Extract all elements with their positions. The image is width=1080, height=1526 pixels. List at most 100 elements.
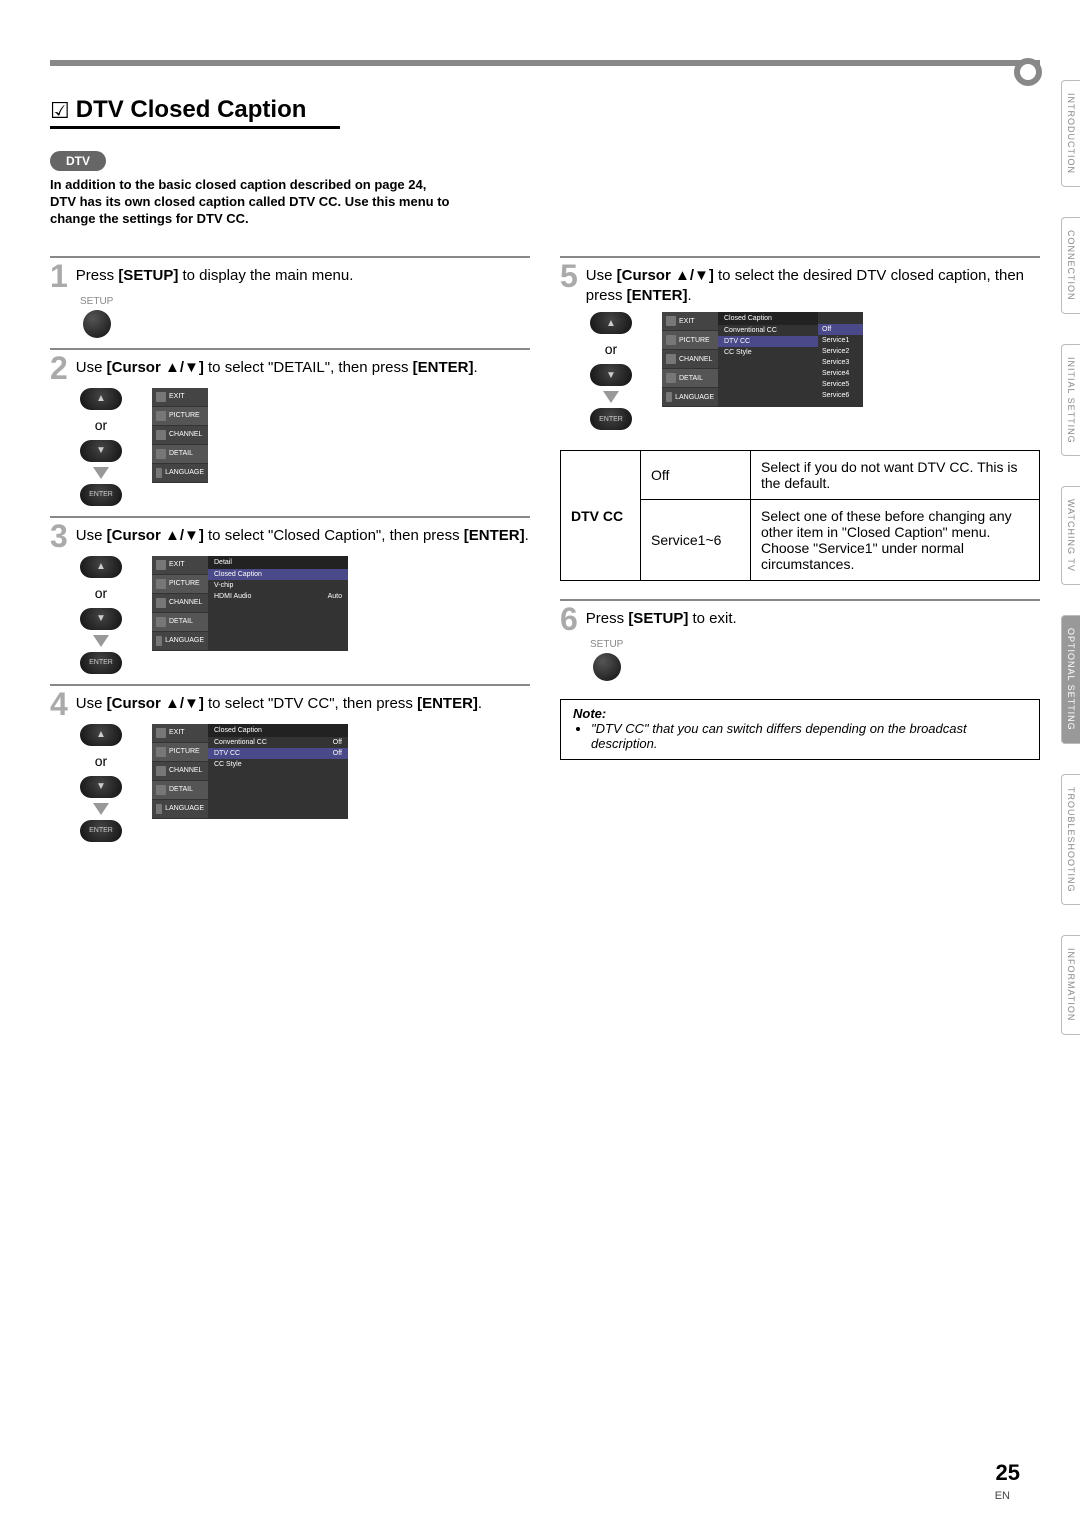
arrow-down-icon (93, 467, 109, 479)
step-4: 4 Use [Cursor ▲/▼] to select "DTV CC", t… (50, 690, 530, 718)
side-tab-introduction[interactable]: INTRODUCTION (1061, 80, 1080, 187)
osd-dtvcc-panel: Closed Caption Conventional CC DTV CC CC… (718, 312, 818, 407)
osd-menu-step3: EXIT PICTURE CHANNEL DETAIL LANGUAGE Det… (152, 556, 348, 651)
cursor-nav-block: ▲ or ▼ ENTER (80, 724, 122, 842)
or-label: or (95, 753, 107, 769)
side-tab-connection[interactable]: CONNECTION (1061, 217, 1080, 314)
table-option-off: Off (641, 451, 751, 500)
up-arrow-icon: ▲ (80, 556, 122, 578)
osd-menu-step2: EXIT PICTURE CHANNEL DETAIL LANGUAGE (152, 388, 208, 483)
step-1-number: 1 (50, 262, 68, 290)
osd-cc-panel: Closed Caption Conventional CCOff DTV CC… (208, 724, 348, 819)
top-circle-ornament (1014, 58, 1042, 86)
round-button-icon (593, 653, 621, 681)
side-tab-initial-setting[interactable]: INITIAL SETTING (1061, 344, 1080, 457)
or-label: or (95, 585, 107, 601)
cursor-nav-block: ▲ or ▼ ENTER (80, 388, 122, 506)
step-4-text: Use [Cursor ▲/▼] to select "DTV CC", the… (76, 690, 482, 714)
round-button-icon (83, 310, 111, 338)
step-6: 6 Press [SETUP] to exit. (560, 605, 1040, 633)
setup-button-label: SETUP (80, 296, 113, 307)
down-arrow-icon: ▼ (590, 364, 632, 386)
osd-menu-step5: EXIT PICTURE CHANNEL DETAIL LANGUAGE Clo… (662, 312, 863, 407)
table-desc-off: Select if you do not want DTV CC. This i… (751, 451, 1040, 500)
page-title: ☑ DTV Closed Caption (50, 96, 340, 129)
step-4-illustration: ▲ or ▼ ENTER EXIT PICTURE CHANNEL DETAIL… (80, 724, 530, 842)
up-arrow-icon: ▲ (80, 388, 122, 410)
setup-button-icon: SETUP (590, 639, 623, 681)
step-3-rule (50, 516, 530, 518)
side-tab-optional-setting[interactable]: OPTIONAL SETTING (1061, 615, 1080, 744)
note-title: Note: (573, 706, 1029, 721)
arrow-down-icon (93, 635, 109, 647)
step-3-illustration: ▲ or ▼ ENTER EXIT PICTURE CHANNEL DETAIL… (80, 556, 530, 674)
table-row-label: DTV CC (561, 451, 641, 581)
page-number: 25 (996, 1460, 1020, 1486)
step-6-rule (560, 599, 1040, 601)
step-6-number: 6 (560, 605, 578, 633)
step-3-number: 3 (50, 522, 68, 550)
enter-button-icon: ENTER (80, 820, 122, 842)
dtv-badge: DTV (50, 151, 106, 171)
intro-text: In addition to the basic closed caption … (50, 177, 450, 228)
up-arrow-icon: ▲ (80, 724, 122, 746)
step-3-text: Use [Cursor ▲/▼] to select "Closed Capti… (76, 522, 529, 546)
up-arrow-icon: ▲ (590, 312, 632, 334)
arrow-down-icon (603, 391, 619, 403)
step-5-number: 5 (560, 262, 578, 290)
step-6-text: Press [SETUP] to exit. (586, 605, 737, 629)
step-3: 3 Use [Cursor ▲/▼] to select "Closed Cap… (50, 522, 530, 550)
down-arrow-icon: ▼ (80, 776, 122, 798)
step-4-rule (50, 684, 530, 686)
note-item: "DTV CC" that you can switch differs dep… (591, 721, 1029, 751)
step-1-rule (50, 256, 530, 258)
side-tab-information[interactable]: INFORMATION (1061, 935, 1080, 1034)
step-5-text: Use [Cursor ▲/▼] to select the desired D… (586, 262, 1040, 307)
cursor-nav-block: ▲ or ▼ ENTER (590, 312, 632, 430)
step-4-number: 4 (50, 690, 68, 718)
table-option-service: Service1~6 (641, 500, 751, 581)
side-tabs: INTRODUCTION CONNECTION INITIAL SETTING … (1061, 80, 1080, 1035)
osd-sidebar: EXIT PICTURE CHANNEL DETAIL LANGUAGE (152, 556, 208, 651)
or-label: or (605, 341, 617, 357)
title-text: DTV Closed Caption (76, 96, 307, 124)
top-rule (50, 60, 1040, 66)
enter-button-icon: ENTER (590, 408, 632, 430)
note-box: Note: "DTV CC" that you can switch diffe… (560, 699, 1040, 760)
step-2-number: 2 (50, 354, 68, 382)
setup-button-label: SETUP (590, 639, 623, 650)
step-2: 2 Use [Cursor ▲/▼] to select "DETAIL", t… (50, 354, 530, 382)
table-desc-service: Select one of these before changing any … (751, 500, 1040, 581)
enter-button-icon: ENTER (80, 652, 122, 674)
osd-sidebar: EXIT PICTURE CHANNEL DETAIL LANGUAGE (152, 388, 208, 483)
left-column: 1 Press [SETUP] to display the main menu… (50, 248, 530, 852)
step-6-illustration: SETUP (590, 639, 1040, 681)
arrow-down-icon (93, 803, 109, 815)
step-5: 5 Use [Cursor ▲/▼] to select the desired… (560, 262, 1040, 307)
down-arrow-icon: ▼ (80, 440, 122, 462)
step-5-rule (560, 256, 1040, 258)
osd-sidebar: EXIT PICTURE CHANNEL DETAIL LANGUAGE (152, 724, 208, 819)
setup-button-icon: SETUP (80, 296, 113, 338)
dtvcc-options-table: DTV CC Off Select if you do not want DTV… (560, 450, 1040, 581)
enter-button-icon: ENTER (80, 484, 122, 506)
step-1-text: Press [SETUP] to display the main menu. (76, 262, 354, 286)
checkbox-icon: ☑ (50, 98, 70, 124)
or-label: or (95, 417, 107, 433)
down-arrow-icon: ▼ (80, 608, 122, 630)
side-tab-watching-tv[interactable]: WATCHING TV (1061, 486, 1080, 585)
step-1-illustration: SETUP (80, 296, 530, 338)
osd-menu-step4: EXIT PICTURE CHANNEL DETAIL LANGUAGE Clo… (152, 724, 348, 819)
right-column: 5 Use [Cursor ▲/▼] to select the desired… (560, 248, 1040, 852)
step-2-rule (50, 348, 530, 350)
osd-sidebar: EXIT PICTURE CHANNEL DETAIL LANGUAGE (662, 312, 718, 407)
cursor-nav-block: ▲ or ▼ ENTER (80, 556, 122, 674)
step-2-illustration: ▲ or ▼ ENTER EXIT PICTURE CHANNEL DETAIL… (80, 388, 530, 506)
osd-dtvcc-options: Off Service1 Service2 Service3 Service4 … (818, 312, 863, 407)
step-1: 1 Press [SETUP] to display the main menu… (50, 262, 530, 290)
step-2-text: Use [Cursor ▲/▼] to select "DETAIL", the… (76, 354, 478, 378)
step-5-illustration: ▲ or ▼ ENTER EXIT PICTURE CHANNEL DETAIL… (590, 312, 1040, 430)
page-language: EN (995, 1490, 1010, 1502)
osd-detail-panel: Detail Closed Caption V-chip HDMI AudioA… (208, 556, 348, 651)
side-tab-troubleshooting[interactable]: TROUBLESHOOTING (1061, 774, 1080, 906)
